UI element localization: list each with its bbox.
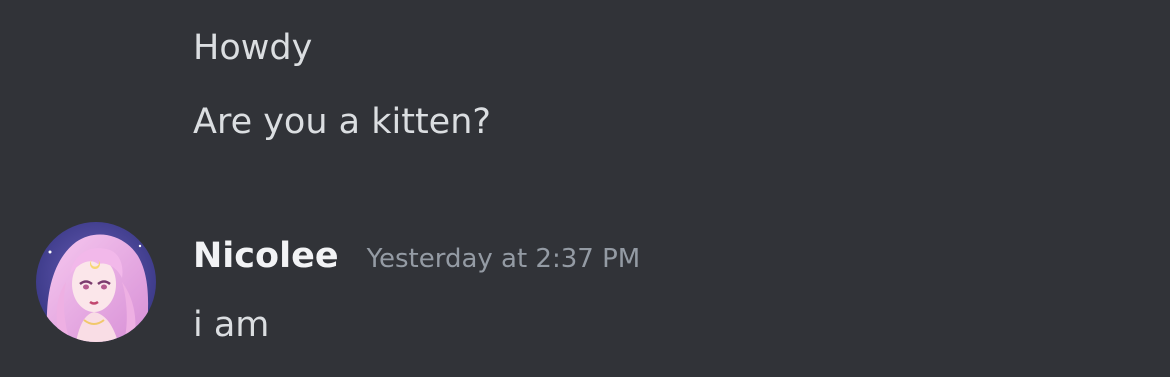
timestamp[interactable]: Yesterday at 2:37 PM bbox=[367, 235, 641, 283]
message-content: Are you a kitten? bbox=[193, 102, 491, 142]
chat-message-list: Howdy Are you a kitten? Nicolee Yesterda… bbox=[0, 0, 1170, 377]
message-content: Howdy bbox=[193, 28, 313, 68]
username[interactable]: Nicolee bbox=[193, 232, 339, 280]
message-header: Nicolee Yesterday at 2:37 PM bbox=[193, 232, 640, 280]
message-content: i am bbox=[193, 305, 270, 345]
user-avatar-icon bbox=[36, 222, 156, 342]
avatar[interactable] bbox=[36, 222, 156, 342]
